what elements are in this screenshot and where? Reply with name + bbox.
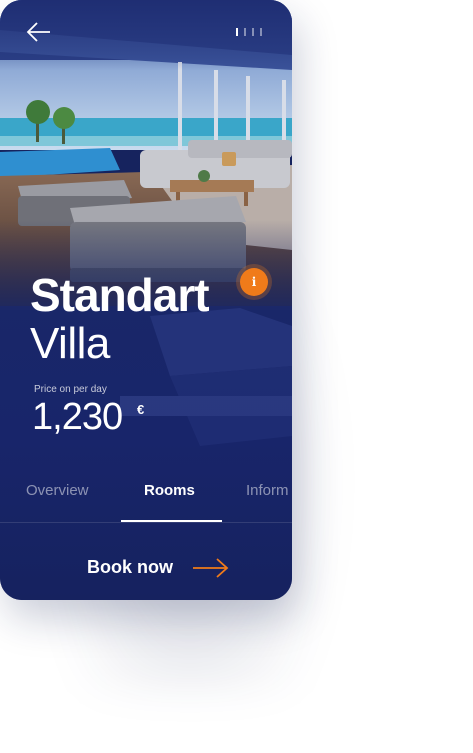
pager-dot[interactable]: [244, 28, 246, 36]
villa-title-light: Villa: [30, 319, 110, 368]
book-now-label: Book now: [87, 557, 173, 577]
arrow-right-icon: [193, 558, 229, 578]
book-now-button[interactable]: Book now: [0, 540, 292, 596]
info-icon: i: [251, 275, 257, 289]
hero-photo: [0, 0, 292, 310]
image-pager[interactable]: [236, 28, 262, 36]
phone-screen: i Standart Villa Price on per day 1,230 …: [0, 0, 292, 600]
price-value: 1,230: [32, 396, 123, 438]
tab-information[interactable]: Inform: [246, 482, 289, 499]
arrow-left-icon: [26, 22, 50, 42]
tabs-divider: [0, 522, 292, 523]
back-button[interactable]: [26, 20, 52, 44]
villa-interior-image: [0, 0, 292, 310]
price-currency: €: [137, 402, 145, 417]
tab-bar: Overview Rooms Inform: [0, 478, 292, 524]
tab-overview[interactable]: Overview: [26, 482, 89, 499]
pager-dot[interactable]: [236, 28, 238, 36]
villa-title-bold: Standart: [30, 269, 210, 321]
pager-dot[interactable]: [260, 28, 262, 36]
pager-dot[interactable]: [252, 28, 254, 36]
tab-rooms[interactable]: Rooms: [144, 482, 195, 499]
info-button[interactable]: i: [240, 268, 268, 296]
price-caption: Price on per day: [34, 384, 107, 395]
